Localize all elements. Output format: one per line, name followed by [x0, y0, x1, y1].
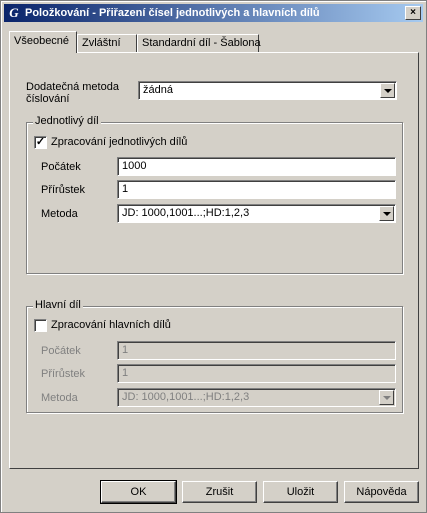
single-part-checkbox-label[interactable]: Zpracování jednotlivých dílů — [51, 136, 187, 148]
main-part-checkbox[interactable] — [34, 319, 47, 332]
main-part-checkbox-label[interactable]: Zpracování hlavních dílů — [51, 319, 171, 331]
main-start-label: Počátek — [41, 345, 81, 357]
extra-numbering-select[interactable]: žádná — [138, 81, 397, 100]
single-method-value: JD: 1000,1001...;HD:1,2,3 — [122, 207, 250, 219]
tab-standard-part-template[interactable]: Standardní díl - Šablona — [137, 34, 261, 52]
app-icon: G — [9, 5, 19, 20]
tab-special[interactable]: Zvláštní — [77, 34, 137, 52]
save-button[interactable]: Uložit — [263, 481, 338, 503]
cancel-button[interactable]: Zrušit — [182, 481, 257, 503]
main-part-group-title: Hlavní díl — [33, 299, 83, 311]
chevron-down-icon[interactable] — [379, 390, 394, 405]
main-start-input[interactable]: 1 — [117, 341, 396, 360]
tab-general[interactable]: Všeobecné — [9, 31, 77, 53]
main-part-group: Hlavní díl Zpracování hlavních dílů Počá… — [26, 299, 403, 413]
close-button[interactable]: × — [405, 6, 421, 20]
single-part-checkbox[interactable]: ✓ — [34, 136, 47, 149]
main-increment-label: Přírůstek — [41, 368, 86, 380]
single-part-group: Jednotlivý díl ✓ Zpracování jednotlivých… — [26, 115, 403, 274]
extra-numbering-label: Dodatečná metoda číslování — [26, 81, 119, 105]
single-start-label: Počátek — [41, 161, 81, 173]
title-bar[interactable]: G Položkování - Přiřazení čísel jednotli… — [4, 4, 423, 22]
chevron-down-icon[interactable] — [380, 83, 395, 98]
extra-numbering-value: žádná — [143, 84, 173, 96]
single-method-label: Metoda — [41, 208, 78, 220]
window-title: Položkování - Přiřazení čísel jednotlivý… — [25, 7, 320, 19]
chevron-down-icon[interactable] — [379, 206, 394, 221]
single-increment-input[interactable]: 1 — [117, 180, 396, 199]
single-increment-label: Přírůstek — [41, 184, 86, 196]
single-method-select[interactable]: JD: 1000,1001...;HD:1,2,3 — [117, 204, 396, 223]
main-method-value: JD: 1000,1001...;HD:1,2,3 — [122, 391, 250, 403]
ok-button[interactable]: OK — [100, 480, 177, 504]
single-start-input[interactable]: 1000 — [117, 157, 396, 176]
single-part-group-title: Jednotlivý díl — [33, 115, 101, 127]
help-button[interactable]: Nápověda — [344, 481, 419, 503]
check-mark-icon: ✓ — [35, 136, 46, 148]
tab-panel-general: Dodatečná metoda číslování žádná Jednotl… — [9, 52, 419, 469]
main-increment-input[interactable]: 1 — [117, 364, 396, 383]
dialog-window: G Položkování - Přiřazení čísel jednotli… — [0, 0, 427, 513]
main-method-select[interactable]: JD: 1000,1001...;HD:1,2,3 — [117, 388, 396, 407]
main-method-label: Metoda — [41, 392, 78, 404]
